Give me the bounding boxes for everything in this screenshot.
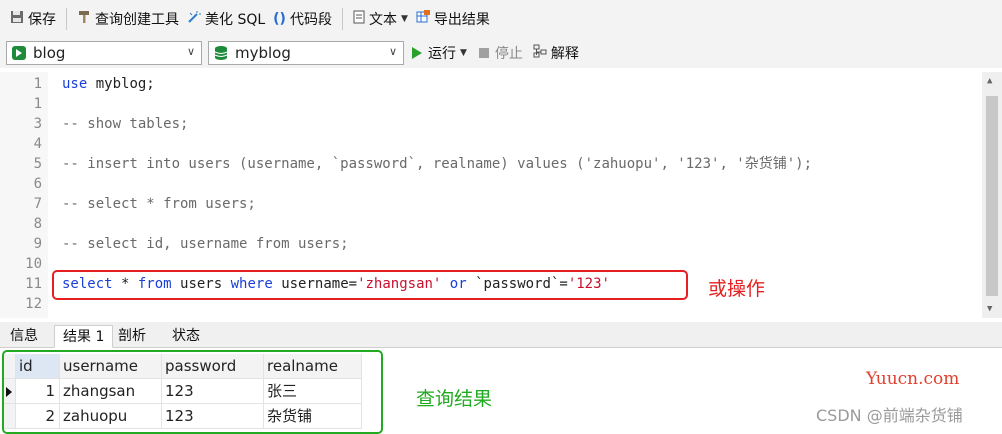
beautify-sql-button[interactable]: 美化 SQL — [183, 6, 269, 32]
database-value: myblog — [235, 44, 291, 62]
code-token: use — [62, 76, 88, 92]
line-number: 9 — [33, 236, 42, 252]
code-line[interactable]: 5 -- insert into users (username, `passwo… — [0, 154, 980, 174]
code-line[interactable]: 8 — [0, 214, 980, 234]
or-query-highlight-box — [52, 270, 688, 300]
scroll-down-icon[interactable]: ▼ — [987, 304, 992, 314]
export-result-label: 导出结果 — [433, 12, 490, 28]
line-number: 6 — [33, 176, 42, 192]
code-line[interactable]: 6 — [0, 174, 980, 194]
scrollbar-thumb[interactable] — [986, 96, 998, 296]
line-number: 3 — [33, 116, 42, 132]
csdn-watermark: CSDN @前端杂货铺 — [816, 406, 963, 425]
result-highlight-box — [2, 350, 383, 434]
tab-info[interactable]: 信息 — [2, 325, 46, 348]
scroll-up-icon[interactable]: ▲ — [987, 76, 992, 86]
line-number: 12 — [25, 296, 42, 312]
site-watermark: Yuucn.com — [866, 369, 960, 389]
floppy-icon — [10, 10, 24, 28]
code-line[interactable]: 3 -- show tables; — [0, 114, 980, 134]
code-text: -- show tables; — [62, 114, 188, 134]
run-button[interactable]: 运行 ▼ — [412, 43, 467, 63]
run-label: 运行 — [428, 46, 456, 62]
magic-wand-icon — [187, 10, 201, 28]
code-text: -- select id, username from users; — [62, 234, 349, 254]
line-number: 10 — [25, 256, 42, 272]
line-number: 7 — [33, 196, 42, 212]
tab-status[interactable]: 状态 — [164, 325, 208, 348]
stop-label: 停止 — [494, 46, 523, 62]
code-token: -- select * from users; — [62, 196, 256, 212]
tab-profile[interactable]: 剖析 — [110, 325, 154, 348]
explain-icon — [533, 44, 547, 62]
code-line[interactable]: 9 -- select id, username from users; — [0, 234, 980, 254]
connection-bar: blog ∨ myblog ∨ 运行 ▼ 停止 解释 — [0, 38, 1002, 68]
result-tabs: 信息 结果 1 剖析 状态 — [0, 322, 1002, 348]
main-toolbar: 保存 查询创建工具 美化 SQL () 代码段 文本 ▼ 导出结果 — [0, 0, 1002, 38]
line-number: 8 — [33, 216, 42, 232]
code-line[interactable]: 1 use myblog; — [0, 74, 980, 94]
line-number: 11 — [25, 276, 42, 292]
toolbar-divider — [66, 8, 67, 30]
beautify-sql-label: 美化 SQL — [205, 12, 266, 28]
explain-button[interactable]: 解释 — [533, 43, 579, 63]
line-number: 5 — [33, 156, 42, 172]
database-icon — [213, 45, 229, 61]
parentheses-icon: () — [273, 11, 286, 27]
query-builder-label: 查询创建工具 — [95, 12, 179, 28]
code-line[interactable]: 1 — [0, 94, 980, 114]
connection-icon — [11, 45, 27, 61]
export-result-button[interactable]: 导出结果 — [412, 6, 494, 32]
line-number: 1 — [33, 96, 42, 112]
vertical-scrollbar[interactable]: ▲ ▼ — [982, 72, 1002, 318]
query-builder-button[interactable]: 查询创建工具 — [73, 6, 183, 32]
line-number: 4 — [33, 136, 42, 152]
caret-down-icon: ▼ — [400, 14, 408, 24]
save-button[interactable]: 保存 — [6, 6, 60, 32]
stop-button[interactable]: 停止 — [478, 43, 523, 63]
code-snippet-label: 代码段 — [289, 12, 332, 28]
code-snippet-button[interactable]: () 代码段 — [269, 6, 336, 32]
code-text: -- select * from users; — [62, 194, 256, 214]
tab-result-1[interactable]: 结果 1 — [54, 325, 114, 348]
code-line[interactable]: 7 -- select * from users; — [0, 194, 980, 214]
caret-down-icon[interactable]: ▼ — [460, 48, 467, 58]
or-operation-annotation: 或操作 — [708, 278, 766, 300]
code-line[interactable]: 4 — [0, 134, 980, 154]
connection-select[interactable]: blog ∨ — [6, 41, 202, 65]
code-token: myblog; — [87, 76, 155, 92]
save-label: 保存 — [28, 12, 56, 28]
stop-icon — [478, 48, 489, 58]
text-menu-button[interactable]: 文本 ▼ — [349, 6, 412, 32]
play-icon — [412, 47, 422, 59]
code-token: -- insert into users (username, `passwor… — [62, 156, 813, 172]
toolbar-divider — [341, 8, 343, 30]
code-token: -- show tables; — [62, 116, 189, 132]
database-select[interactable]: myblog ∨ — [208, 41, 404, 65]
chevron-down-icon[interactable]: ∨ — [187, 45, 195, 58]
query-result-annotation: 查询结果 — [416, 388, 493, 410]
text-menu-label: 文本 — [368, 12, 397, 28]
code-text: -- insert into users (username, `passwor… — [62, 154, 812, 174]
export-grid-icon — [416, 10, 430, 28]
line-number: 1 — [33, 76, 42, 92]
hammer-icon — [77, 10, 91, 28]
connection-value: blog — [33, 44, 66, 62]
explain-label: 解释 — [550, 46, 579, 62]
chevron-down-icon[interactable]: ∨ — [389, 45, 397, 58]
document-icon — [353, 10, 365, 28]
code-token: -- select id, username from users; — [62, 236, 349, 252]
code-text: use myblog; — [62, 74, 155, 94]
